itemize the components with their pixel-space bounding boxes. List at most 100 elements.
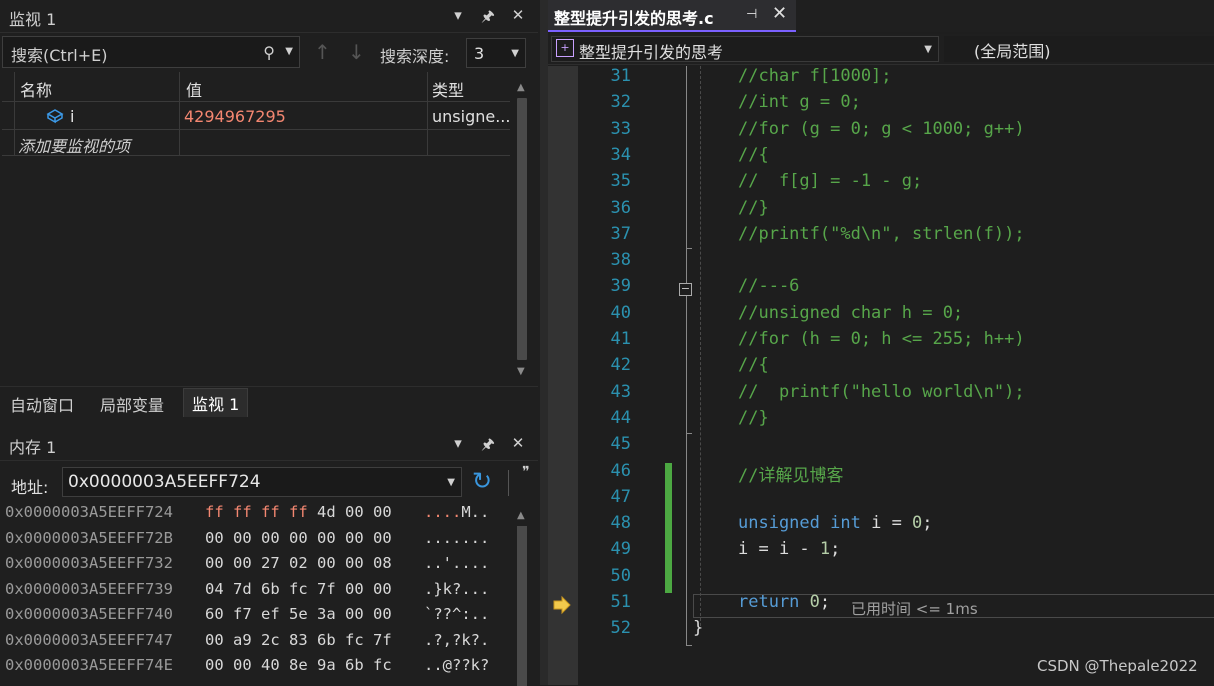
code-line[interactable]: unsigned int i = 0; [738, 513, 933, 533]
code-line[interactable]: // printf("hello world\n"); [738, 382, 1025, 402]
tab-locals[interactable]: 局部变量 [100, 392, 164, 416]
panel-splitter[interactable] [540, 0, 548, 685]
watch-row[interactable]: i 4294967295 unsigne... [2, 103, 510, 130]
scroll-up-icon[interactable]: ▲ [517, 82, 525, 93]
watermark: CSDN @Thepale2022 [1037, 657, 1198, 675]
line-number: 49 [610, 539, 631, 560]
memory-row-bytes[interactable]: 60 f7 ef 5e 3a 00 00 [205, 605, 392, 623]
chevron-down-icon[interactable]: ▼ [447, 477, 455, 488]
code-line[interactable]: //---6 [738, 276, 799, 296]
dropdown-icon[interactable]: ▾ [450, 434, 466, 459]
document-tab-bar: 整型提升引发的思考.c ⊣ ✕ [548, 0, 1214, 32]
navigation-bar: + 整型提升引发的思考 ▼ (全局范围) [548, 34, 1214, 65]
variable-icon [46, 108, 64, 124]
line-number: 47 [610, 486, 631, 507]
add-watch-item-text[interactable]: 添加要监视的项 [18, 133, 130, 157]
search-depth-label: 搜索深度: [380, 47, 450, 66]
address-value: 0x0000003A5EEFF724 [68, 472, 261, 492]
global-scope-dropdown[interactable]: (全局范围) [944, 36, 1214, 62]
address-input[interactable]: 0x0000003A5EEFF724 ▼ [62, 467, 462, 497]
memory-row-bytes[interactable]: 00 00 40 8e 9a 6b fc [205, 656, 392, 674]
code-line[interactable]: // f[g] = -1 - g; [738, 171, 922, 191]
chevron-down-icon[interactable]: ▼ [285, 46, 293, 57]
search-icon[interactable]: ⚲ [263, 43, 275, 62]
memory-row-bytes[interactable]: ff ff ff ff 4d 00 00 [205, 503, 392, 521]
line-number: 38 [610, 250, 631, 271]
memory-row-bytes[interactable]: 00 00 00 00 00 00 00 [205, 529, 392, 547]
line-number: 31 [610, 66, 631, 86]
refresh-icon[interactable]: ↻ [472, 467, 492, 495]
code-line[interactable]: //} [738, 198, 769, 218]
code-line[interactable]: //for (h = 0; h <= 255; h++) [738, 329, 1025, 349]
memory-vertical-scrollbar[interactable]: ▲ [512, 504, 532, 686]
tab-watch-1[interactable]: 监视 1 [183, 388, 249, 417]
indicator-margin[interactable] [548, 66, 578, 685]
search-next-arrow-icon[interactable]: ↓ [348, 40, 365, 64]
column-header-value[interactable]: 值 [186, 77, 202, 101]
line-number: 45 [610, 434, 631, 455]
memory-panel-titlebar: 内存 1 ▾ 🖈 ✕ [0, 428, 538, 461]
code-line[interactable]: } [693, 618, 703, 638]
memory-row-chars: ....... [424, 528, 490, 547]
current-statement-arrow-icon [553, 595, 571, 615]
line-number: 48 [610, 513, 631, 534]
column-header-name[interactable]: 名称 [20, 77, 52, 101]
line-number: 40 [610, 302, 631, 323]
add-watch-row[interactable]: 添加要监视的项 [2, 129, 510, 156]
watch-row-value[interactable]: 4294967295 [184, 107, 286, 126]
scroll-down-icon[interactable]: ▼ [517, 366, 525, 377]
watch-search-input[interactable]: 搜索(Ctrl+E) ⚲ ▼ [2, 36, 300, 68]
memory-panel-title: 内存 1 [9, 438, 57, 457]
pin-icon[interactable]: 🖈 [480, 434, 496, 459]
more-options-icon[interactable]: ❞ [522, 464, 530, 480]
scroll-up-icon[interactable]: ▲ [517, 510, 525, 521]
column-header-type[interactable]: 类型 [432, 77, 464, 101]
memory-row-bytes[interactable]: 04 7d 6b fc 7f 00 00 [205, 580, 392, 598]
search-depth-value: 3 [474, 44, 485, 63]
memory-row-address: 0x0000003A5EEFF739 [5, 579, 173, 598]
code-line[interactable]: i = i - 1; [738, 539, 840, 559]
memory-row-chars: `??^:.. [424, 605, 490, 623]
close-icon[interactable]: ✕ [510, 6, 526, 31]
code-line[interactable]: //{ [738, 355, 769, 375]
line-number: 35 [610, 171, 631, 192]
search-depth-select[interactable]: 3 ▼ [466, 38, 526, 68]
code-line[interactable]: //详解见博客 [738, 461, 843, 486]
search-previous-arrow-icon[interactable]: ↑ [314, 40, 331, 64]
watch-panel-titlebar: 监视 1 ▾ 🖈 ✕ [0, 0, 538, 33]
dropdown-icon[interactable]: ▾ [450, 6, 466, 31]
code-line[interactable]: //char f[1000]; [738, 66, 892, 86]
code-line[interactable]: //printf("%d\n", strlen(f)); [738, 224, 1025, 244]
memory-row-bytes[interactable]: 00 a9 2c 83 6b fc 7f [205, 631, 392, 649]
document-tab[interactable]: 整型提升引发的思考.c ⊣ ✕ [548, 0, 796, 32]
code-line[interactable]: //unsigned char h = 0; [738, 303, 963, 323]
pin-icon[interactable]: ⊣ [746, 7, 757, 22]
code-line[interactable]: //int g = 0; [738, 92, 861, 112]
watch-grid: 名称 值 类型 i 4294967295 unsigne... 添加要监视的项 [2, 72, 510, 386]
indent-guide [700, 66, 701, 626]
chevron-down-icon: ▼ [924, 44, 932, 55]
address-label: 地址: [11, 478, 49, 497]
close-icon[interactable]: ✕ [772, 3, 787, 24]
memory-row-bytes[interactable]: 00 00 27 02 00 00 08 [205, 554, 392, 572]
memory-row-address: 0x0000003A5EEFF732 [5, 554, 173, 572]
line-number: 39 [610, 276, 631, 297]
chevron-down-icon: ▼ [511, 48, 519, 59]
pin-icon[interactable]: 🖈 [480, 6, 496, 31]
memory-row-chars: ..@??k? [424, 656, 490, 674]
watch-row-type: unsigne... [432, 107, 511, 126]
collapse-icon[interactable]: − [679, 283, 692, 296]
code-line[interactable]: return 0; [738, 592, 830, 612]
tab-autos[interactable]: 自动窗口 [10, 392, 74, 416]
code-line[interactable]: //{ [738, 145, 769, 165]
watch-vertical-scrollbar[interactable]: ▲ ▼ [512, 76, 532, 384]
debug-window-tabs: 自动窗口 局部变量 监视 1 [0, 386, 538, 419]
debug-tool-panels: 监视 1 ▾ 🖈 ✕ 搜索(Ctrl+E) ⚲ ▼ ↑ ↓ 搜索深度: 3 ▼ … [0, 0, 540, 686]
close-icon[interactable]: ✕ [510, 434, 526, 459]
memory-row-chars: .?,?k?. [424, 630, 490, 649]
code-line[interactable]: //} [738, 408, 769, 428]
code-line[interactable]: //for (g = 0; g < 1000; g++) [738, 119, 1025, 139]
line-number: 50 [610, 565, 631, 586]
project-scope-dropdown[interactable]: + 整型提升引发的思考 ▼ [551, 36, 939, 62]
line-number: 41 [610, 329, 631, 349]
